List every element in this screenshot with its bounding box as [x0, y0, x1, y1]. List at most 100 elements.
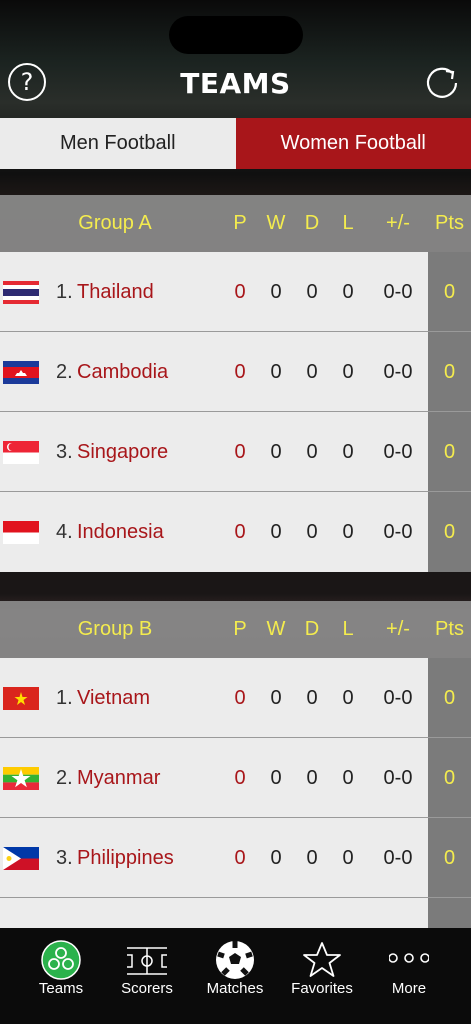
table-row[interactable]: 1. Thailand 0 0 0 0 0-0 0 [0, 252, 471, 332]
col-p: P [233, 618, 247, 640]
points: 0 [428, 492, 471, 572]
losses: 0 [342, 847, 354, 869]
table-row[interactable]: 3. Singapore 0 0 0 0 0-0 0 [0, 412, 471, 492]
tab-men-football[interactable]: Men Football [0, 118, 236, 169]
wins: 0 [270, 847, 282, 869]
tab-label: Favorites [291, 980, 353, 997]
draws: 0 [306, 281, 318, 303]
goal-diff: 0-0 [383, 281, 413, 303]
page-title: TEAMS [180, 67, 291, 100]
team-index: 3. [56, 847, 73, 869]
wins: 0 [270, 521, 282, 543]
team-index: 1. [56, 281, 73, 303]
singapore-flag-icon [3, 441, 39, 464]
wins: 0 [270, 687, 282, 709]
points: 0 [428, 252, 471, 331]
col-gd: +/- [386, 618, 410, 640]
played: 0 [234, 361, 246, 383]
losses: 0 [342, 361, 354, 383]
draws: 0 [306, 767, 318, 789]
wins: 0 [270, 441, 282, 463]
wins: 0 [270, 281, 282, 303]
tab-matches[interactable]: Matches [188, 928, 282, 1024]
goal-diff: 0-0 [383, 361, 413, 383]
team-index: 4. [56, 521, 73, 543]
draws: 0 [306, 847, 318, 869]
more-dots-icon [389, 953, 429, 963]
tab-scorers[interactable]: Scorers [100, 928, 194, 1024]
points-column-bg [428, 898, 471, 928]
losses: 0 [342, 521, 354, 543]
goal-diff: 0-0 [383, 847, 413, 869]
played: 0 [234, 687, 246, 709]
soccer-ball-icon [216, 941, 254, 979]
played: 0 [234, 847, 246, 869]
col-d: D [304, 212, 320, 234]
played: 0 [234, 767, 246, 789]
col-pts: Pts [435, 618, 464, 640]
goal-diff: 0-0 [383, 767, 413, 789]
points: 0 [428, 332, 471, 411]
table-row[interactable]: 3. Philippines 0 0 0 0 0-0 0 [0, 818, 471, 898]
group-name: Group A [78, 212, 152, 234]
table-row[interactable]: 2. Myanmar 0 0 0 0 0-0 0 [0, 738, 471, 818]
team-name: Vietnam [77, 687, 151, 709]
myanmar-flag-icon [3, 767, 39, 790]
group-header: Group A P W D L +/- Pts [0, 195, 471, 252]
played: 0 [234, 441, 246, 463]
draws: 0 [306, 441, 318, 463]
refresh-icon[interactable] [422, 63, 462, 103]
draws: 0 [306, 361, 318, 383]
group-table: Group B P W D L +/- Pts 1. Vietnam 0 0 0… [0, 601, 471, 928]
tab-teams[interactable]: Teams [14, 928, 108, 1024]
bottom-tab-bar: Teams Scorers Matches Favorites More [0, 928, 471, 1024]
losses: 0 [342, 281, 354, 303]
points: 0 [428, 738, 471, 817]
wins: 0 [270, 361, 282, 383]
group-header: Group B P W D L +/- Pts [0, 601, 471, 658]
col-pts: Pts [435, 212, 464, 234]
star-icon [303, 942, 341, 977]
table-row[interactable]: 4. Indonesia 0 0 0 0 0-0 0 [0, 492, 471, 572]
team-name: Thailand [77, 281, 154, 303]
goal-diff: 0-0 [383, 441, 413, 463]
col-l: L [342, 212, 354, 234]
cambodia-flag-icon [3, 361, 39, 384]
points: 0 [428, 658, 471, 737]
draws: 0 [306, 687, 318, 709]
team-name: Myanmar [77, 767, 161, 789]
tab-more[interactable]: More [362, 928, 456, 1024]
gender-segmented-control: Men Football Women Football [0, 118, 471, 169]
team-name: Singapore [77, 441, 169, 463]
group-table: Group A P W D L +/- Pts 1. Thailand 0 0 … [0, 195, 471, 572]
table-row-partial [0, 898, 471, 928]
header: ? TEAMS [0, 55, 471, 117]
points: 0 [428, 818, 471, 897]
played: 0 [234, 281, 246, 303]
tab-label: More [391, 980, 427, 997]
team-index: 2. [56, 767, 73, 789]
indonesia-flag-icon [3, 521, 39, 544]
tab-women-football[interactable]: Women Football [235, 118, 471, 169]
losses: 0 [342, 441, 354, 463]
tab-label: Scorers [121, 980, 173, 997]
col-gd: +/- [386, 212, 410, 234]
vietnam-flag-icon [3, 687, 39, 710]
team-index: 2. [56, 361, 73, 383]
col-d: D [304, 618, 320, 640]
team-name: Indonesia [77, 521, 164, 543]
table-row[interactable]: 2. Cambodia 0 0 0 0 0-0 0 [0, 332, 471, 412]
draws: 0 [306, 521, 318, 543]
wins: 0 [270, 767, 282, 789]
philippines-flag-icon [3, 847, 39, 870]
tab-label: Matches [206, 980, 264, 997]
col-w: W [266, 618, 286, 640]
thailand-flag-icon [3, 281, 39, 304]
table-row[interactable]: 1. Vietnam 0 0 0 0 0-0 0 [0, 658, 471, 738]
goal-diff: 0-0 [383, 687, 413, 709]
col-p: P [233, 212, 247, 234]
points: 0 [428, 412, 471, 491]
team-name: Philippines [77, 847, 174, 869]
tab-favorites[interactable]: Favorites [275, 928, 369, 1024]
col-w: W [266, 212, 286, 234]
